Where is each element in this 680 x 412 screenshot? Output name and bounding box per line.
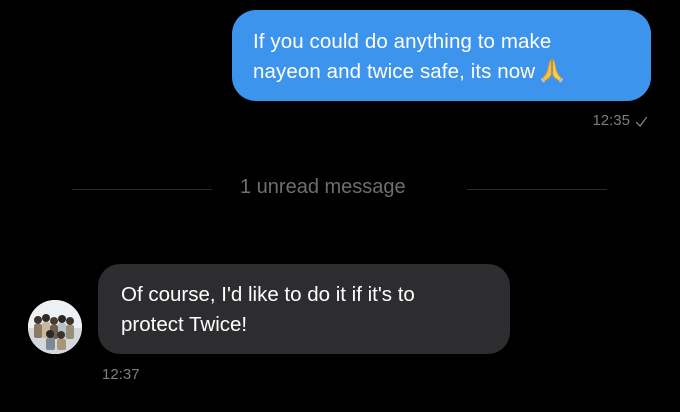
outgoing-message-meta: 12:35 xyxy=(592,112,648,129)
incoming-message-time: 12:37 xyxy=(102,366,140,383)
outgoing-message-line-1: If you could do anything to make xyxy=(253,30,552,53)
unread-divider: 1 unread message xyxy=(0,174,680,204)
incoming-message-line-2: protect Twice! xyxy=(121,313,248,336)
message-thread: If you could do anything to make nayeon … xyxy=(0,0,680,412)
outgoing-message-bubble[interactable]: If you could do anything to make nayeon … xyxy=(232,10,651,101)
incoming-message-line-1: Of course, I'd like to do it if it's to xyxy=(121,283,415,306)
divider-line-left xyxy=(72,189,212,190)
group-photo-avatar[interactable] xyxy=(28,300,82,354)
outgoing-message-line-2: nayeon and twice safe, its now xyxy=(253,57,631,87)
divider-line-right xyxy=(467,189,607,190)
folded-hands-icon xyxy=(539,57,565,83)
outgoing-message-line-2-text: nayeon and twice safe, its now xyxy=(253,60,536,83)
incoming-message-bubble[interactable]: Of course, I'd like to do it if it's to … xyxy=(98,264,510,354)
outgoing-message-time: 12:35 xyxy=(592,112,630,129)
check-icon xyxy=(635,115,648,127)
unread-divider-label: 1 unread message xyxy=(240,176,406,198)
